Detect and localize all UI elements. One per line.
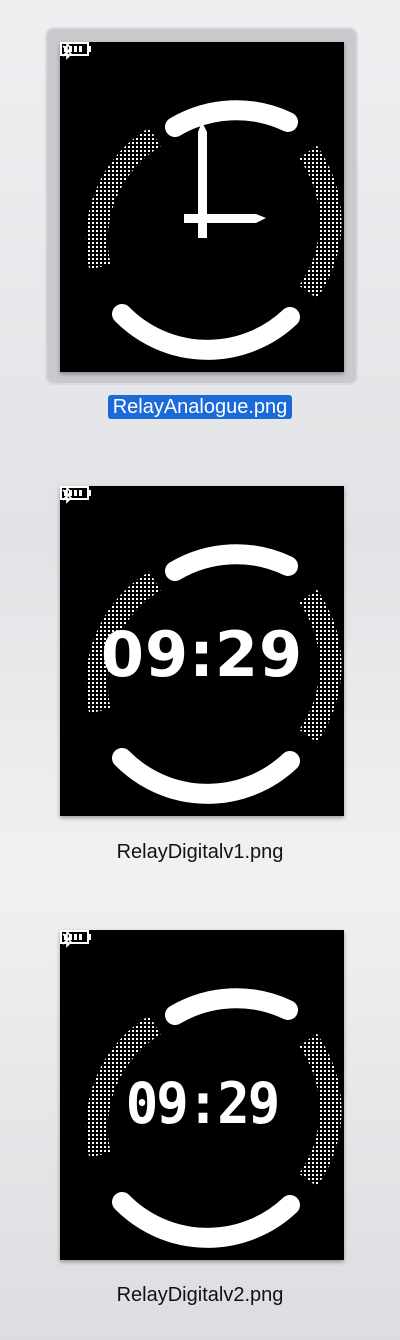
digital-time: 09:29 (125, 1070, 281, 1137)
battery-icon (60, 42, 91, 56)
thumbnail-analogue[interactable] (60, 42, 344, 372)
battery-icon (60, 930, 91, 944)
thumbnail-digital-v2[interactable]: 09:29 (60, 930, 344, 1260)
filename-label[interactable]: RelayDigitalv1.png (0, 841, 400, 864)
file-item-analogue[interactable]: RelayAnalogue.png (0, 0, 400, 440)
filename-text: RelayDigitalv2.png (116, 1284, 284, 1306)
filename-text: RelayAnalogue.png (107, 395, 293, 419)
battery-icon (60, 486, 91, 500)
digital-time: 09:29 (100, 618, 304, 691)
watch-face-analogue (85, 100, 342, 360)
file-item-digital-v2[interactable]: 09:29 RelayDigitalv2.png (0, 885, 400, 1340)
filename-text: RelayDigitalv1.png (116, 841, 284, 863)
filename-label[interactable]: RelayDigitalv2.png (0, 1284, 400, 1307)
minute-hand (184, 214, 256, 223)
thumbnail-digital-v1[interactable]: 09:29 (60, 486, 344, 816)
filename-label[interactable]: RelayAnalogue.png (0, 395, 400, 419)
file-item-digital-v1[interactable]: 09:29 RelayDigitalv1.png (0, 440, 400, 885)
